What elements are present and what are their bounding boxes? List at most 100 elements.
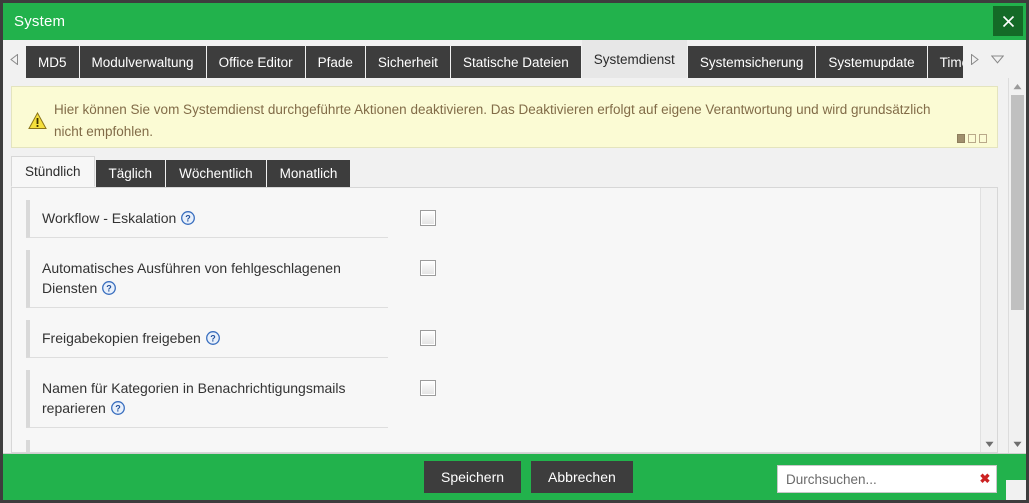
tab-label: MD5	[38, 54, 67, 70]
row-label-container: Workflow - Eskalation?	[26, 200, 388, 238]
close-icon	[1002, 15, 1014, 27]
setting-checkbox[interactable]	[420, 330, 436, 346]
table-row: Namen für Kategorien in Benachrichtigung…	[12, 370, 980, 428]
row-label-container: Namen für Kategorien in Benachrichtigung…	[26, 370, 388, 428]
subtab-stuendlich[interactable]: Stündlich	[11, 156, 95, 187]
tab-scroll-left-button[interactable]	[3, 40, 26, 78]
triangle-right-icon	[971, 53, 979, 65]
tab-strip-controls	[963, 40, 1009, 78]
system-dialog-window: System MD5 Modulverwaltung Office Editor…	[0, 0, 1029, 503]
row-control	[388, 370, 468, 396]
subtab-monatlich[interactable]: Monatlich	[266, 160, 351, 187]
window-title: System	[14, 13, 66, 30]
panel-scroll-up-button[interactable]	[981, 188, 997, 204]
setting-label: Freigabekopien freigeben	[42, 330, 201, 346]
settings-panel: Workflow - Eskalation? Automatisches Aus…	[11, 187, 998, 453]
subtab-taeglich[interactable]: Täglich	[95, 160, 166, 187]
panel-scroll-down-button[interactable]	[981, 436, 997, 452]
subtab-label: Täglich	[108, 166, 153, 181]
row-control	[388, 320, 468, 346]
subtab-woechentlich[interactable]: Wöchentlich	[166, 160, 266, 187]
table-row: Freigabekopien freigeben?	[12, 320, 980, 358]
svg-text:?: ?	[186, 213, 192, 223]
tab-scroll-right-button[interactable]	[965, 40, 985, 78]
help-icon[interactable]: ?	[205, 331, 220, 350]
tab-list-dropdown-button[interactable]	[988, 40, 1008, 78]
window-scroll-track[interactable]	[1009, 95, 1026, 436]
row-label-container: Automatisches Ausführen von fehlgeschlag…	[26, 250, 388, 308]
triangle-up-icon	[1013, 84, 1022, 90]
pager-dot-2[interactable]	[968, 134, 976, 143]
panel-vertical-scrollbar[interactable]	[980, 188, 997, 452]
tab-list: MD5 Modulverwaltung Office Editor Pfade …	[26, 40, 1026, 78]
banner-pager[interactable]	[957, 134, 987, 143]
subtab-label: Wöchentlich	[179, 166, 253, 181]
window-vertical-scrollbar[interactable]	[1008, 78, 1026, 453]
setting-label: Namen für Kategorien in Benachrichtigung…	[42, 380, 346, 416]
triangle-down-icon	[985, 441, 993, 447]
search-input[interactable]	[778, 471, 974, 487]
cancel-button[interactable]: Abbrechen	[531, 461, 633, 493]
table-row	[12, 440, 980, 452]
tab-label: Modulverwaltung	[91, 54, 194, 70]
window-body: Hier können Sie vom Systemdienst durchge…	[3, 78, 1026, 453]
window-scroll-up-button[interactable]	[1009, 78, 1026, 95]
help-icon[interactable]: ?	[110, 401, 125, 420]
table-row: Workflow - Eskalation?	[12, 200, 980, 238]
setting-checkbox[interactable]	[420, 210, 436, 226]
row-control	[388, 440, 468, 450]
triangle-left-icon	[10, 53, 18, 65]
subtab-label: Stündlich	[25, 164, 81, 179]
help-icon[interactable]: ?	[102, 281, 117, 300]
clear-x-icon[interactable]: ✖	[974, 471, 996, 487]
tab-label: Systemdienst	[593, 51, 675, 67]
setting-label: Automatisches Ausführen von fehlgeschlag…	[42, 260, 341, 296]
tab-pfade[interactable]: Pfade	[305, 46, 365, 78]
warning-message: Hier können Sie vom Systemdienst durchge…	[54, 102, 931, 139]
footer-button-group: Speichern Abbrechen	[424, 461, 633, 493]
pager-dot-3[interactable]	[979, 134, 987, 143]
svg-text:?: ?	[210, 333, 216, 343]
main-tab-strip: MD5 Modulverwaltung Office Editor Pfade …	[3, 40, 1026, 78]
setting-checkbox[interactable]	[420, 380, 436, 396]
dialog-footer: Speichern Abbrechen ✖	[3, 453, 1026, 500]
resize-corner	[1006, 480, 1026, 500]
setting-label: Workflow - Eskalation	[42, 210, 177, 226]
tab-statische-dateien[interactable]: Statische Dateien	[450, 46, 581, 78]
svg-text:?: ?	[107, 283, 113, 293]
table-row: Automatisches Ausführen von fehlgeschlag…	[12, 250, 980, 308]
warning-triangle-icon	[20, 96, 54, 141]
window-titlebar: System	[3, 3, 1026, 40]
tab-label: Office Editor	[218, 54, 293, 70]
row-control	[388, 200, 468, 226]
search-container: ✖	[777, 465, 997, 493]
tab-systemupdate[interactable]: Systemupdate	[816, 46, 927, 78]
settings-row-list: Workflow - Eskalation? Automatisches Aus…	[12, 188, 980, 452]
help-icon[interactable]: ?	[181, 211, 196, 230]
tab-label: Systemsicherung	[699, 54, 804, 70]
tab-modulverwaltung[interactable]: Modulverwaltung	[79, 46, 206, 78]
close-window-button[interactable]	[993, 6, 1023, 36]
tab-md5[interactable]: MD5	[26, 46, 79, 78]
content-column: Hier können Sie vom Systemdienst durchge…	[3, 78, 1008, 453]
tab-systemsicherung[interactable]: Systemsicherung	[687, 46, 816, 78]
tab-sicherheit[interactable]: Sicherheit	[365, 46, 450, 78]
tab-label: Systemupdate	[828, 54, 915, 70]
interval-tab-strip: Stündlich Täglich Wöchentlich Monatlich	[11, 156, 1008, 187]
tab-systemdienst[interactable]: Systemdienst	[581, 40, 687, 78]
pager-dot-1[interactable]	[957, 134, 965, 143]
tab-office-editor[interactable]: Office Editor	[206, 46, 305, 78]
chevron-down-icon	[991, 55, 1004, 64]
subtab-label: Monatlich	[279, 166, 338, 181]
row-control	[388, 250, 468, 276]
save-button[interactable]: Speichern	[424, 461, 522, 493]
warning-banner: Hier können Sie vom Systemdienst durchge…	[11, 86, 998, 148]
setting-checkbox[interactable]	[420, 260, 436, 276]
tab-label: Sicherheit	[377, 54, 438, 70]
window-scroll-thumb[interactable]	[1011, 95, 1024, 310]
row-label-container	[26, 440, 388, 452]
tab-label: Statische Dateien	[462, 54, 569, 70]
triangle-down-icon	[1013, 441, 1022, 447]
window-scroll-down-button[interactable]	[1009, 436, 1026, 453]
row-label-container: Freigabekopien freigeben?	[26, 320, 388, 358]
